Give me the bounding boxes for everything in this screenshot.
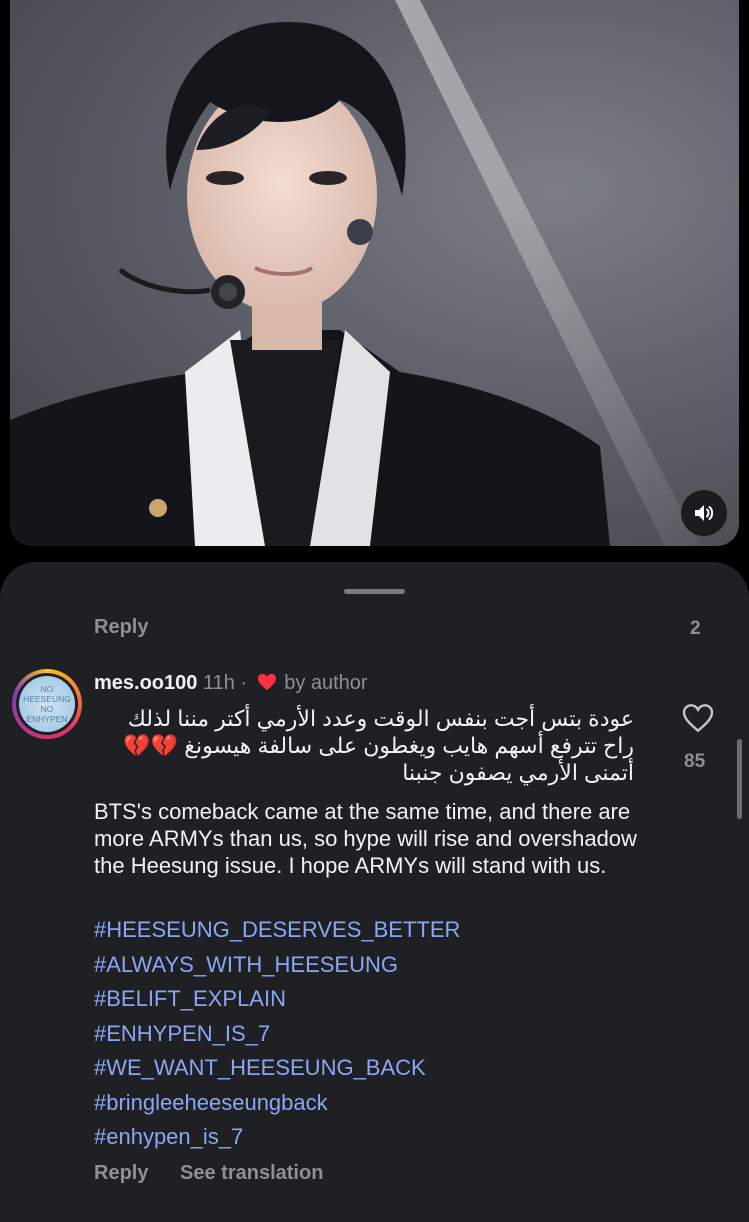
avatar-text-3: NO [40, 704, 54, 714]
timestamp: 11h [202, 672, 235, 694]
see-translation-button[interactable]: See translation [180, 1162, 323, 1184]
username[interactable]: mes.oo100 [94, 672, 197, 694]
hashtag-link[interactable]: #ALWAYS_WITH_HEESEUNG [94, 948, 654, 983]
drag-handle[interactable] [344, 589, 405, 594]
heart-outline-icon [682, 704, 714, 733]
comment-meta: mes.oo100 11h · by author [94, 672, 368, 697]
like-count: 85 [684, 751, 706, 772]
sound-toggle-button[interactable] [681, 490, 727, 536]
comment-actions: Reply See translation [94, 1162, 323, 1185]
video-frame [10, 0, 700, 546]
avatar-text-2: HEESEUNG [23, 694, 71, 704]
liked-by-author: by author [284, 672, 368, 694]
comment-english-text: BTS's comeback came at the same time, an… [94, 799, 637, 878]
hashtag-link[interactable]: #HEESEUNG_DESERVES_BETTER [94, 913, 654, 948]
speaker-icon [695, 505, 714, 521]
hashtag-link[interactable]: #enhypen_is_7 [94, 1120, 654, 1155]
arabic-line-2: راح تترفع أسهم هايب ويغطون على سالفة هيس… [123, 733, 634, 758]
reply-button[interactable]: Reply [94, 1162, 148, 1184]
avatar[interactable]: NO HEESEUNG NO ENHYPEN [12, 669, 82, 739]
hashtag-link[interactable]: #WE_WANT_HEESEUNG_BACK [94, 1051, 654, 1086]
video-player[interactable] [10, 0, 739, 546]
arabic-line-3: أتمنى الأرمي يصفون جنبنا [402, 760, 634, 785]
comment-arabic-text: عودة بتس أجت بنفس الوقت وعدد الأرمي أكتر… [94, 705, 634, 786]
parent-reply-button[interactable]: Reply [94, 616, 148, 639]
arabic-line-1: عودة بتس أجت بنفس الوقت وعدد الأرمي أكتر… [127, 706, 634, 731]
author-heart-icon [257, 673, 277, 697]
meta-separator: · [240, 672, 248, 694]
avatar-text-1: NO [40, 684, 54, 694]
like-button[interactable] [682, 703, 714, 738]
avatar-image: NO HEESEUNG NO ENHYPEN [19, 676, 75, 732]
avatar-text-4: ENHYPEN [26, 714, 68, 724]
hashtag-link[interactable]: #bringleeheeseungback [94, 1086, 654, 1121]
hashtag-link[interactable]: #BELIFT_EXPLAIN [94, 982, 654, 1017]
hashtag-list: #HEESEUNG_DESERVES_BETTER #ALWAYS_WITH_H… [94, 913, 654, 1155]
parent-like-count: 2 [690, 618, 701, 639]
comments-sheet: Reply 2 NO HEESEUNG NO ENHYPEN mes.oo100… [0, 562, 749, 1222]
scrollbar[interactable] [737, 739, 742, 819]
hashtag-link[interactable]: #ENHYPEN_IS_7 [94, 1017, 654, 1052]
